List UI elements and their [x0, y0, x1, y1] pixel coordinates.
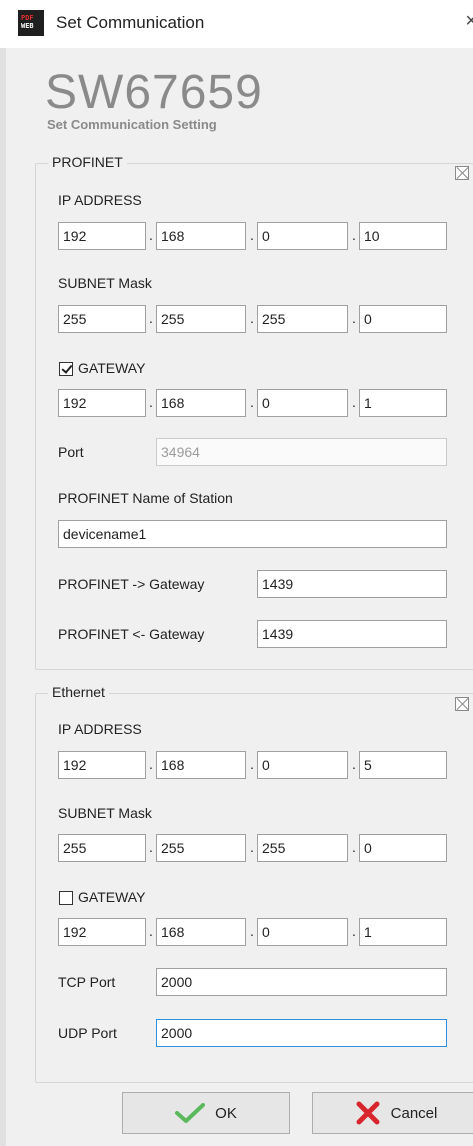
ip-separator: . [149, 310, 153, 326]
ethernet-udp-port-field[interactable] [156, 1019, 447, 1047]
ip-separator: . [250, 394, 254, 410]
ip-separator: . [250, 756, 254, 772]
profinet-port-label: Port [58, 444, 84, 460]
ethernet-legend: Ethernet [48, 684, 109, 700]
profinet-ip-octet-1[interactable] [58, 222, 146, 250]
ethernet-gateway-octet-4[interactable] [359, 918, 447, 946]
title-bar: PDF WEB Set Communication × [0, 0, 473, 48]
profinet-station-label: PROFINET Name of Station [58, 490, 233, 506]
profinet-subnet-octet-4[interactable] [359, 305, 447, 333]
window-title: Set Communication [56, 13, 205, 32]
profinet-subnet-octet-2[interactable] [156, 305, 246, 333]
ip-separator: . [250, 227, 254, 243]
profinet-gateway-octet-2[interactable] [156, 389, 246, 417]
ethernet-gateway-octet-3[interactable] [257, 918, 348, 946]
ethernet-tcp-port-field[interactable] [156, 968, 447, 996]
ethernet-subnet-octet-1[interactable] [58, 834, 146, 862]
pdf-web-app-icon: PDF WEB [18, 10, 44, 36]
ethernet-gateway-checkbox[interactable] [59, 891, 73, 905]
ip-separator: . [149, 923, 153, 939]
cancel-button[interactable]: Cancel [312, 1092, 473, 1134]
profinet-subnet-label: SUBNET Mask [58, 275, 152, 291]
app-icon-line-1: PDF [21, 14, 34, 22]
ip-separator: . [149, 394, 153, 410]
profinet-to-gateway-field[interactable] [257, 570, 447, 598]
profinet-station-field[interactable] [58, 520, 447, 548]
profinet-to-gateway-label: PROFINET -> Gateway [58, 576, 205, 592]
profinet-gateway-octet-3[interactable] [257, 389, 348, 417]
product-title: SW67659 [45, 66, 263, 119]
profinet-ip-octet-3[interactable] [257, 222, 348, 250]
ethernet-udp-label: UDP Port [58, 1025, 117, 1041]
checkmark-icon [175, 1103, 206, 1123]
cancel-button-label: Cancel [390, 1104, 438, 1122]
profinet-ip-label: IP ADDRESS [58, 192, 142, 208]
ethernet-ip-label: IP ADDRESS [58, 721, 142, 737]
profinet-collapse-icon[interactable] [455, 166, 469, 180]
app-icon-line-2: WEB [21, 22, 34, 30]
ethernet-tcp-label: TCP Port [58, 974, 116, 990]
ok-button-label: OK [215, 1104, 237, 1122]
ok-button[interactable]: OK [122, 1092, 290, 1134]
ip-separator: . [352, 923, 356, 939]
ethernet-ip-octet-3[interactable] [257, 751, 348, 779]
profinet-gateway-label: GATEWAY [78, 360, 146, 376]
ethernet-subnet-label: SUBNET Mask [58, 805, 152, 821]
ip-separator: . [250, 839, 254, 855]
profinet-ip-octet-4[interactable] [359, 222, 447, 250]
profinet-from-gateway-label: PROFINET <- Gateway [58, 626, 205, 642]
ip-separator: . [250, 923, 254, 939]
profinet-gateway-octet-4[interactable] [359, 389, 447, 417]
ethernet-ip-octet-2[interactable] [156, 751, 246, 779]
ethernet-gateway-octet-2[interactable] [156, 918, 246, 946]
ip-separator: . [352, 310, 356, 326]
ethernet-gateway-label: GATEWAY [78, 889, 146, 905]
profinet-ip-octet-2[interactable] [156, 222, 246, 250]
ip-separator: . [250, 310, 254, 326]
ip-separator: . [352, 394, 356, 410]
ethernet-collapse-icon[interactable] [455, 697, 469, 711]
close-icon[interactable]: × [465, 10, 473, 33]
ip-separator: . [149, 227, 153, 243]
ethernet-ip-octet-4[interactable] [359, 751, 447, 779]
ethernet-gateway-octet-1[interactable] [58, 918, 146, 946]
profinet-port-field [156, 438, 447, 466]
ethernet-subnet-octet-3[interactable] [257, 834, 348, 862]
ethernet-subnet-octet-4[interactable] [359, 834, 447, 862]
profinet-gateway-checkbox[interactable] [59, 362, 73, 376]
profinet-from-gateway-field[interactable] [257, 620, 447, 648]
profinet-subnet-octet-3[interactable] [257, 305, 348, 333]
profinet-subnet-octet-1[interactable] [58, 305, 146, 333]
profinet-gateway-octet-1[interactable] [58, 389, 146, 417]
ethernet-subnet-octet-2[interactable] [156, 834, 246, 862]
window-border [0, 48, 6, 1146]
ip-separator: . [149, 756, 153, 772]
ethernet-ip-octet-1[interactable] [58, 751, 146, 779]
profinet-legend: PROFINET [48, 154, 127, 170]
set-communication-window: PDF WEB Set Communication × SW67659 Set … [0, 0, 473, 1146]
ip-separator: . [149, 839, 153, 855]
product-subtitle: Set Communication Setting [47, 117, 217, 132]
red-x-icon [355, 1100, 381, 1126]
ip-separator: . [352, 756, 356, 772]
ip-separator: . [352, 839, 356, 855]
ip-separator: . [352, 227, 356, 243]
